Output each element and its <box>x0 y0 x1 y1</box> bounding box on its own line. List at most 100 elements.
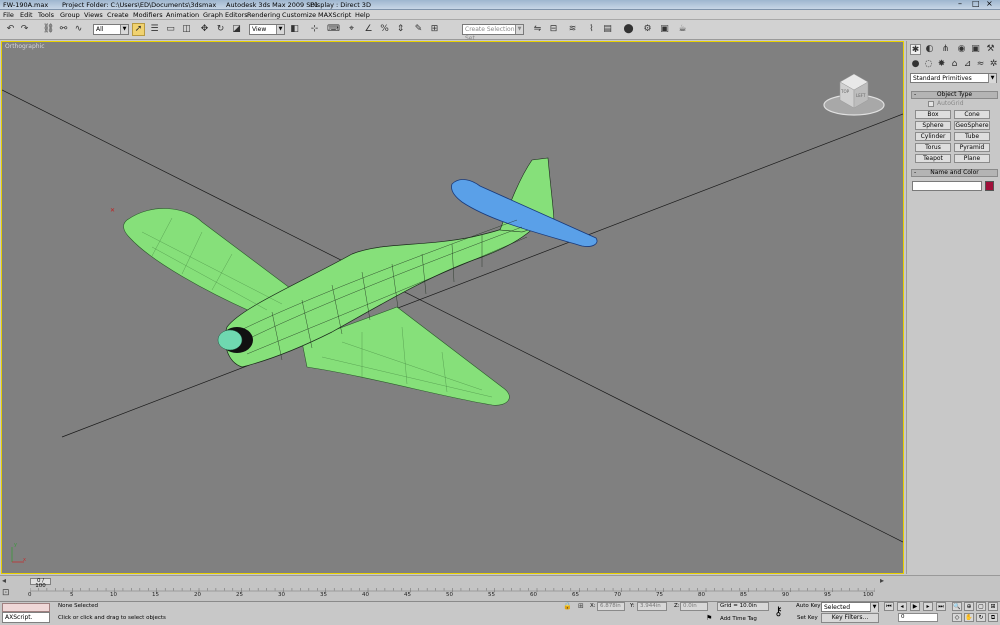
angle-snap-icon[interactable]: ∠ <box>362 23 375 36</box>
key-filters-button[interactable]: Key Filters... <box>821 613 879 623</box>
sphere-button[interactable]: Sphere <box>915 121 951 130</box>
select-object-icon[interactable]: ➚ <box>132 23 145 36</box>
y-coordinate-field[interactable]: 3.944in <box>637 602 667 611</box>
play-icon[interactable]: ▶ <box>910 602 920 611</box>
object-color-swatch[interactable] <box>985 181 994 191</box>
material-editor-icon[interactable]: ⬤ <box>622 23 635 36</box>
box-button[interactable]: Box <box>915 110 951 119</box>
geosphere-button[interactable]: GeoSphere <box>954 121 990 130</box>
time-slider[interactable]: 0 / 100 <box>30 578 51 589</box>
menu-modifiers[interactable]: Modifiers <box>133 10 163 20</box>
geometry-icon[interactable]: ● <box>910 59 921 70</box>
curve-editor-icon[interactable]: ⌇ <box>585 23 598 36</box>
cone-button[interactable]: Cone <box>954 110 990 119</box>
add-time-tag[interactable]: Add Time Tag <box>720 615 757 623</box>
window-crossing-icon[interactable]: ◫ <box>180 23 193 36</box>
open-mini-curve-editor-icon[interactable]: ⊡ <box>2 587 16 599</box>
render-production-icon[interactable]: ☕ <box>676 23 689 36</box>
pivot-point-icon[interactable]: ◧ <box>288 23 301 36</box>
select-by-name-icon[interactable]: ☰ <box>148 23 161 36</box>
maximize-button[interactable]: □ <box>972 0 980 9</box>
close-button[interactable]: × <box>986 0 993 9</box>
viewcube[interactable] <box>823 73 885 116</box>
menu-help[interactable]: Help <box>355 10 370 20</box>
absolute-mode-icon[interactable]: ⊞ <box>578 602 584 610</box>
minimize-button[interactable]: – <box>958 0 962 9</box>
systems-icon[interactable]: ✲ <box>988 59 999 70</box>
auto-key-button[interactable]: Auto Key <box>796 602 821 610</box>
next-frame-button-icon[interactable]: ▸ <box>923 602 933 611</box>
viewport-orthographic[interactable]: Orthographic ✕ TOP LEFT x y <box>1 41 904 574</box>
current-frame-field[interactable]: 0 <box>898 613 938 622</box>
menu-animation[interactable]: Animation <box>166 10 199 20</box>
maxscript-listener-input[interactable]: AXScript. <box>2 612 50 623</box>
x-coordinate-field[interactable]: 6.878in <box>597 602 625 611</box>
undo-icon[interactable]: ↶ <box>4 23 17 36</box>
category-dropdown[interactable]: Standard Primitives ▼ <box>910 73 997 83</box>
next-frame-icon[interactable]: ▸ <box>880 576 890 585</box>
render-setup-icon[interactable]: ⚙ <box>641 23 654 36</box>
menu-edit[interactable]: Edit <box>20 10 33 20</box>
named-selection-set-dropdown[interactable]: Create Selection Set ▼ <box>462 24 524 42</box>
menu-graph-editors[interactable]: Graph Editors <box>203 10 248 20</box>
pyramid-button[interactable]: Pyramid <box>954 143 990 152</box>
motion-tab-icon[interactable]: ◉ <box>956 44 967 55</box>
field-of-view-icon[interactable]: ◇ <box>952 613 962 622</box>
cameras-icon[interactable]: ⌂ <box>949 59 960 70</box>
snaps-toggle-icon[interactable]: ⌖ <box>345 23 358 36</box>
set-key-button[interactable]: Set Key <box>797 614 818 622</box>
zoom-all-icon[interactable]: ⊕ <box>964 602 974 611</box>
layer-manager-icon[interactable]: ≋ <box>566 23 579 36</box>
cylinder-button[interactable]: Cylinder <box>915 132 951 141</box>
lights-icon[interactable]: ✸ <box>936 59 947 70</box>
teapot-button[interactable]: Teapot <box>915 154 951 163</box>
menu-create[interactable]: Create <box>107 10 129 20</box>
pan-view-icon[interactable]: ✋ <box>964 613 974 622</box>
menu-file[interactable]: File <box>3 10 14 20</box>
select-and-move-icon[interactable]: ✥ <box>198 23 211 36</box>
schematic-view-icon[interactable]: ▤ <box>601 23 614 36</box>
menu-maxscript[interactable]: MAXScript <box>318 10 351 20</box>
spinner-snap-icon[interactable]: ⇕ <box>394 23 407 36</box>
space-warps-icon[interactable]: ≈ <box>975 59 986 70</box>
shapes-icon[interactable]: ◌ <box>923 59 934 70</box>
helpers-icon[interactable]: ⊿ <box>962 59 973 70</box>
menu-tools[interactable]: Tools <box>38 10 54 20</box>
menu-customize[interactable]: Customize <box>282 10 316 20</box>
select-and-rotate-icon[interactable]: ↻ <box>214 23 227 36</box>
bind-to-space-warp-icon[interactable]: ∿ <box>72 23 85 36</box>
select-and-scale-icon[interactable]: ◪ <box>230 23 243 36</box>
previous-frame-icon[interactable]: ◂ <box>897 602 907 611</box>
select-and-link-icon[interactable]: ⛓ <box>42 23 55 36</box>
align-icon[interactable]: ⊟ <box>547 23 560 36</box>
display-tab-icon[interactable]: ▣ <box>970 44 981 55</box>
named-selection-icon[interactable]: ⊞ <box>428 23 441 36</box>
set-key-mode-icon[interactable]: ⚷ <box>774 605 783 617</box>
go-to-start-icon[interactable]: ⏮ <box>884 602 894 611</box>
reference-coordinate-dropdown[interactable]: View ▼ <box>249 24 285 35</box>
maximize-viewport-icon[interactable]: ⧉ <box>988 613 998 622</box>
unlink-icon[interactable]: ⚯ <box>57 23 70 36</box>
prev-frame-icon[interactable]: ◂ <box>2 576 12 585</box>
modify-tab-icon[interactable]: ◐ <box>924 44 935 55</box>
menu-views[interactable]: Views <box>84 10 103 20</box>
zoom-icon[interactable]: 🔍 <box>952 602 962 611</box>
mirror-icon[interactable]: ⇋ <box>531 23 544 36</box>
timeline-ruler[interactable]: 0 5 10 15 20 25 30 35 40 45 50 55 60 65 … <box>28 587 875 601</box>
rectangular-selection-icon[interactable]: ▭ <box>164 23 177 36</box>
z-coordinate-field[interactable]: 0.0in <box>680 602 708 611</box>
create-tab-icon[interactable]: ✱ <box>910 44 921 55</box>
autogrid-checkbox[interactable] <box>928 101 934 107</box>
selection-filter-dropdown[interactable]: All ▼ <box>93 24 129 35</box>
lock-selection-icon[interactable]: 🔒 <box>563 602 572 610</box>
edit-named-selection-icon[interactable]: ✎ <box>412 23 425 36</box>
object-type-rollout[interactable]: Object Type <box>911 91 998 99</box>
utilities-tab-icon[interactable]: ⚒ <box>985 44 996 55</box>
keyboard-shortcut-override-icon[interactable]: ⌨ <box>327 23 340 36</box>
name-and-color-rollout[interactable]: Name and Color <box>911 169 998 177</box>
plane-button[interactable]: Plane <box>954 154 990 163</box>
menu-group[interactable]: Group <box>60 10 80 20</box>
rendered-frame-window-icon[interactable]: ▣ <box>658 23 671 36</box>
zoom-extents-all-icon[interactable]: ⊞ <box>988 602 998 611</box>
orbit-icon[interactable]: ↻ <box>976 613 986 622</box>
